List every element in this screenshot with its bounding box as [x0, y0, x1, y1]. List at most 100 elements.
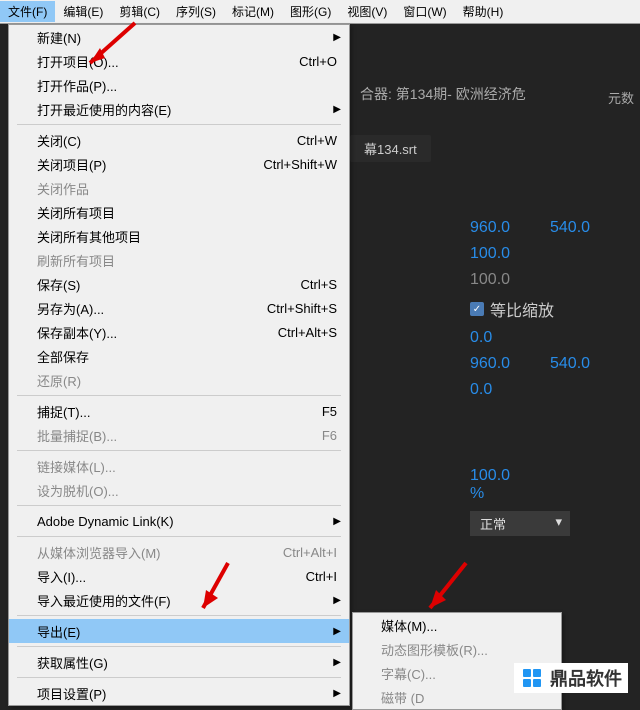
- menu-item-label: 获取属性(G): [37, 653, 337, 672]
- menu-separator: [17, 450, 341, 451]
- menu-item: 链接媒体(L)...: [9, 454, 349, 478]
- menu-item[interactable]: 关闭项目(P)Ctrl+Shift+W: [9, 152, 349, 176]
- menu-separator: [17, 615, 341, 616]
- blend-mode-select[interactable]: 正常: [470, 511, 570, 536]
- menu-item-label: 关闭(C): [37, 131, 297, 150]
- menu-item[interactable]: 打开最近使用的内容(E)▶: [9, 97, 349, 121]
- menubar-item[interactable]: 编辑(E): [55, 1, 111, 22]
- menu-item-label: 导入最近使用的文件(F): [37, 591, 337, 610]
- menu-item-label: 从媒体浏览器导入(M): [37, 543, 283, 562]
- menu-item[interactable]: 打开项目(O)...Ctrl+O: [9, 49, 349, 73]
- menu-item-label: 媒体(M)...: [381, 616, 549, 635]
- menu-item[interactable]: 保存(S)Ctrl+S: [9, 272, 349, 296]
- chevron-right-icon: ▶: [333, 626, 341, 637]
- menu-item: 从媒体浏览器导入(M)Ctrl+Alt+I: [9, 540, 349, 564]
- value[interactable]: 960.0: [470, 219, 520, 237]
- menu-item-label: 导入(I)...: [37, 567, 306, 586]
- chevron-right-icon: ▶: [333, 516, 341, 527]
- menu-item: 批量捕捉(B)...F6: [9, 423, 349, 447]
- submenu-item[interactable]: 媒体(M)...: [353, 613, 561, 637]
- menu-item-label: 另存为(A)...: [37, 299, 267, 318]
- logo-text: 鼎品软件: [550, 665, 622, 691]
- menu-item-label: 导出(E): [37, 622, 337, 641]
- menu-separator: [17, 677, 341, 678]
- menu-item[interactable]: 打开作品(P)...: [9, 73, 349, 97]
- menu-item: 还原(R): [9, 368, 349, 392]
- menu-item-label: 打开项目(O)...: [37, 52, 299, 71]
- menu-item[interactable]: 全部保存: [9, 344, 349, 368]
- menu-item-label: 批量捕捉(B)...: [37, 426, 322, 445]
- menu-shortcut: F6: [322, 428, 337, 443]
- menu-shortcut: Ctrl+Alt+S: [278, 325, 337, 340]
- menu-item[interactable]: 导入最近使用的文件(F)▶: [9, 588, 349, 612]
- menu-shortcut: Ctrl+Shift+W: [263, 157, 337, 172]
- menubar-item[interactable]: 剪辑(C): [111, 1, 168, 22]
- chevron-right-icon: ▶: [333, 595, 341, 606]
- menu-item[interactable]: 关闭所有项目: [9, 200, 349, 224]
- value[interactable]: 100.0 %: [470, 467, 520, 503]
- chevron-right-icon: ▶: [333, 104, 341, 115]
- srt-tab[interactable]: 幕134.srt: [350, 135, 431, 162]
- value[interactable]: 540.0: [550, 355, 600, 373]
- menubar-item[interactable]: 帮助(H): [455, 1, 512, 22]
- menu-item: 设为脱机(O)...: [9, 478, 349, 502]
- menu-item[interactable]: 关闭(C)Ctrl+W: [9, 128, 349, 152]
- checkbox-row[interactable]: ✓等比缩放: [350, 293, 640, 325]
- value[interactable]: 0.0: [470, 329, 520, 347]
- menu-item-label: 打开作品(P)...: [37, 76, 337, 95]
- menubar-item[interactable]: 视图(V): [339, 1, 395, 22]
- value[interactable]: 0.0: [470, 381, 520, 399]
- menu-separator: [17, 124, 341, 125]
- menu-shortcut: Ctrl+S: [301, 277, 337, 292]
- menu-item-label: 关闭项目(P): [37, 155, 263, 174]
- logo-icon: [520, 666, 544, 690]
- menu-item-label: 捕捉(T)...: [37, 402, 322, 421]
- menu-item-label: 打开最近使用的内容(E): [37, 100, 337, 119]
- menu-separator: [17, 505, 341, 506]
- chevron-right-icon: ▶: [333, 32, 341, 43]
- menu-item-label: 关闭所有其他项目: [37, 227, 337, 246]
- menu-item[interactable]: 新建(N)▶: [9, 25, 349, 49]
- menu-separator: [17, 646, 341, 647]
- menu-item[interactable]: 导出(E)▶: [9, 619, 349, 643]
- file-menu-dropdown: 新建(N)▶打开项目(O)...Ctrl+O 打开作品(P)... 打开最近使用的内…: [8, 24, 350, 706]
- menubar-item[interactable]: 序列(S): [168, 1, 224, 22]
- menu-item[interactable]: 项目设置(P)▶: [9, 681, 349, 705]
- menu-separator: [17, 395, 341, 396]
- menu-shortcut: Ctrl+I: [306, 569, 337, 584]
- menu-item[interactable]: 捕捉(T)...F5: [9, 399, 349, 423]
- menu-item-label: 刷新所有项目: [37, 251, 337, 270]
- value[interactable]: 100.0: [470, 245, 520, 263]
- menu-item: 关闭作品: [9, 176, 349, 200]
- menu-item-label: 链接媒体(L)...: [37, 457, 337, 476]
- menu-separator: [17, 536, 341, 537]
- chevron-right-icon: ▶: [333, 657, 341, 668]
- menu-shortcut: Ctrl+Alt+I: [283, 545, 337, 560]
- export-submenu: 媒体(M)...动态图形模板(R)...字幕(C)...磁带 (D: [352, 612, 562, 710]
- menu-item[interactable]: 另存为(A)...Ctrl+Shift+S: [9, 296, 349, 320]
- value[interactable]: 540.0: [550, 219, 600, 237]
- menu-item-label: 关闭所有项目: [37, 203, 337, 222]
- menu-item[interactable]: 保存副本(Y)...Ctrl+Alt+S: [9, 320, 349, 344]
- menubar-item[interactable]: 窗口(W): [395, 1, 454, 22]
- submenu-item: 动态图形模板(R)...: [353, 637, 561, 661]
- watermark-logo: 鼎品软件: [514, 663, 628, 693]
- check-icon[interactable]: ✓: [470, 302, 484, 316]
- menubar-item[interactable]: 文件(F): [0, 1, 55, 22]
- menu-item[interactable]: Adobe Dynamic Link(K)▶: [9, 509, 349, 533]
- menu-shortcut: F5: [322, 404, 337, 419]
- menubar-item[interactable]: 图形(G): [282, 1, 339, 22]
- chevron-right-icon: ▶: [333, 688, 341, 699]
- menu-item[interactable]: 导入(I)...Ctrl+I: [9, 564, 349, 588]
- menu-item-label: 动态图形模板(R)...: [381, 640, 549, 659]
- menu-item[interactable]: 关闭所有其他项目: [9, 224, 349, 248]
- menu-item-label: 设为脱机(O)...: [37, 481, 337, 500]
- menu-item-label: 项目设置(P): [37, 684, 337, 703]
- menubar-item[interactable]: 标记(M): [224, 1, 282, 22]
- value[interactable]: 960.0: [470, 355, 520, 373]
- menu-item[interactable]: 获取属性(G)▶: [9, 650, 349, 674]
- properties-list: 960.0540.0 100.0 100.0 ✓等比缩放 0.0 960.054…: [350, 215, 640, 540]
- panel-header: 合器: 第134期- 欧洲经济危: [350, 24, 640, 114]
- menubar: 文件(F)编辑(E)剪辑(C)序列(S)标记(M)图形(G)视图(V)窗口(W)…: [0, 0, 640, 24]
- menu-item-label: Adobe Dynamic Link(K): [37, 514, 337, 529]
